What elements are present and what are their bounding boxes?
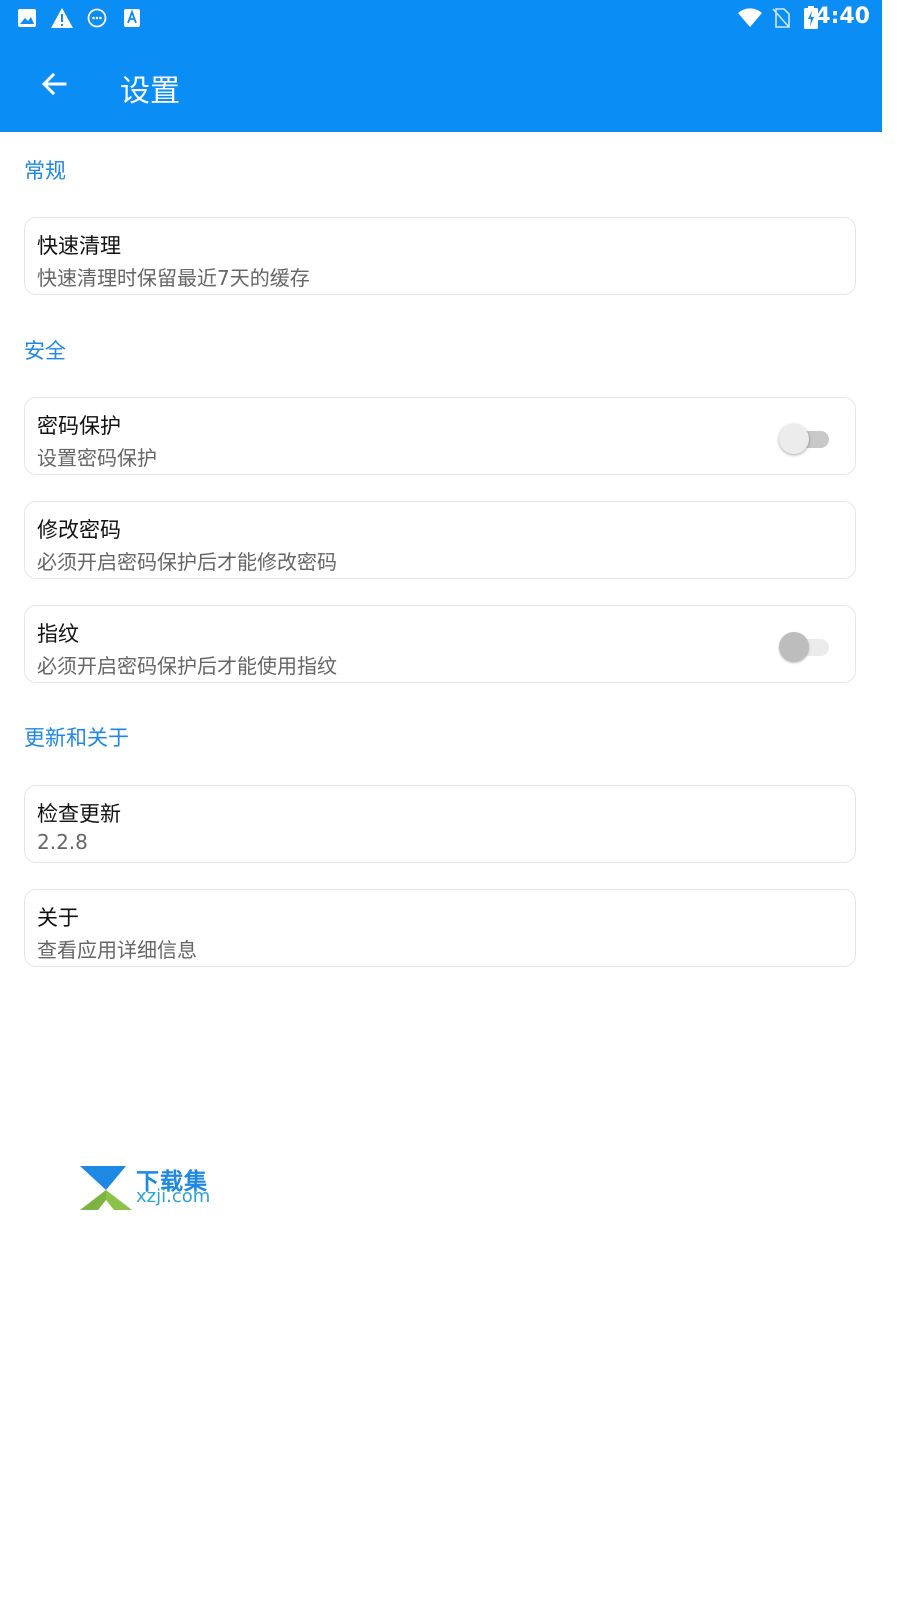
back-button[interactable] xyxy=(34,64,74,104)
page-title: 设置 xyxy=(120,74,180,109)
setting-subtitle: 设置密码保护 xyxy=(37,446,157,470)
setting-title: 密码保护 xyxy=(37,414,121,438)
warning-icon xyxy=(49,6,75,30)
app-version: 2.2.8 xyxy=(37,830,88,854)
setting-title: 指纹 xyxy=(37,622,79,646)
setting-item-about[interactable]: 关于 查看应用详细信息 xyxy=(24,889,856,967)
setting-subtitle: 必须开启密码保护后才能修改密码 xyxy=(37,550,337,574)
watermark-logo: 下载集 xzji.com xyxy=(78,1162,218,1212)
section-header-security: 安全 xyxy=(24,339,66,363)
setting-title: 关于 xyxy=(37,906,79,930)
clock-time: 4:40 xyxy=(815,4,870,29)
setting-subtitle: 快速清理时保留最近7天的缓存 xyxy=(37,266,310,290)
text-a-icon xyxy=(122,6,142,30)
app-bar: 4:40 设置 xyxy=(0,0,882,132)
setting-item-password-protection[interactable]: 密码保护 设置密码保护 xyxy=(24,397,856,475)
setting-title: 检查更新 xyxy=(37,802,121,826)
setting-item-fingerprint[interactable]: 指纹 必须开启密码保护后才能使用指纹 xyxy=(24,605,856,683)
wifi-icon xyxy=(736,6,764,30)
setting-item-quick-clean[interactable]: 快速清理 快速清理时保留最近7天的缓存 xyxy=(24,217,856,295)
watermark-en: xzji.com xyxy=(136,1186,211,1207)
setting-item-change-password[interactable]: 修改密码 必须开启密码保护后才能修改密码 xyxy=(24,501,856,579)
password-protection-toggle[interactable] xyxy=(779,424,831,454)
chat-bubble-icon xyxy=(86,6,108,30)
image-icon xyxy=(16,6,38,30)
setting-title: 快速清理 xyxy=(37,234,121,258)
setting-title: 修改密码 xyxy=(37,518,121,542)
fingerprint-toggle[interactable] xyxy=(779,632,831,662)
x-logo-icon xyxy=(80,1166,132,1210)
setting-item-check-update[interactable]: 检查更新 2.2.8 xyxy=(24,785,856,863)
setting-subtitle: 必须开启密码保护后才能使用指纹 xyxy=(37,654,337,678)
toggle-thumb xyxy=(779,424,809,454)
status-bar: 4:40 xyxy=(0,0,882,36)
setting-subtitle: 查看应用详细信息 xyxy=(37,938,197,962)
toggle-thumb xyxy=(779,632,809,662)
no-sim-icon xyxy=(770,6,792,30)
section-header-about: 更新和关于 xyxy=(24,726,129,750)
screen-edge xyxy=(882,0,900,1600)
section-header-general: 常规 xyxy=(24,159,66,183)
arrow-left-icon xyxy=(41,72,67,96)
